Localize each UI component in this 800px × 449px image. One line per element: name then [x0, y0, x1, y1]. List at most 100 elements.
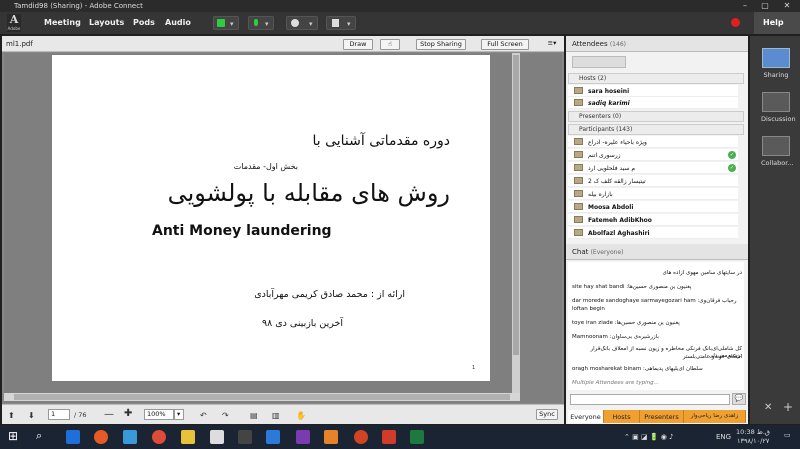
host-icon — [574, 87, 583, 94]
windows-start-icon[interactable]: ⊞ — [8, 429, 22, 443]
chat-log: در سایتهای سامین مهوی ازاده های site hay… — [568, 262, 744, 390]
pointer-tool-button[interactable]: ☝ — [380, 39, 400, 50]
camera-button[interactable]: ▾ — [286, 16, 318, 30]
attendee-row[interactable]: Abolfazl Aghashiri — [568, 227, 738, 239]
svg-text:▾: ▾ — [230, 20, 234, 28]
attendee-row[interactable]: Moosa Abdoli — [568, 201, 738, 213]
stop-sharing-button[interactable]: Stop Sharing — [416, 39, 466, 50]
chrome-icon[interactable] — [152, 430, 166, 444]
vscode-icon[interactable] — [266, 430, 280, 444]
clock-time[interactable]: 10:38 ق.ظ — [736, 428, 770, 436]
edge-icon[interactable] — [66, 430, 80, 444]
zoom-dropdown-icon[interactable]: ▾ — [174, 409, 184, 420]
chat-message: اشکای خونه‌و عامتی‌بلستر — [682, 354, 742, 360]
recording-indicator-icon — [731, 18, 740, 27]
chat-scope: (Everyone) — [590, 249, 624, 256]
svg-text:▾: ▾ — [347, 20, 351, 28]
chat-tab-everyone[interactable]: Everyone — [568, 410, 604, 423]
excel-icon[interactable] — [410, 430, 424, 444]
participant-icon — [574, 190, 583, 197]
draw-button[interactable]: Draw — [343, 39, 373, 50]
hosts-section[interactable]: Hosts (2) — [568, 73, 744, 84]
page-number-input[interactable]: 1 — [48, 409, 70, 420]
typing-indicator: Multiple Attendees are typing... — [572, 380, 659, 386]
close-icon[interactable]: ✕ — [782, 1, 792, 10]
document-toolbar: ⬆ ⬇ 1 / 76 — ✚ 100% ▾ ↶ ↷ ▤ ▥ ✋ Sync — [2, 404, 564, 424]
acrobat-icon[interactable] — [382, 430, 396, 444]
powerpoint-icon[interactable] — [354, 430, 368, 444]
attendee-row[interactable]: sadiq karimi — [568, 97, 738, 109]
microphone-button[interactable]: ▾ — [248, 16, 274, 30]
vertical-scrollbar[interactable] — [512, 53, 520, 393]
chat-message: در سایتهای سامین مهوی ازاده های — [662, 270, 742, 276]
page-up-icon[interactable]: ⬆ — [8, 411, 15, 420]
rotate-left-icon[interactable]: ↶ — [200, 411, 207, 420]
agree-status-icon: ✓ — [728, 151, 736, 159]
pod-options-icon[interactable]: ≡▾ — [545, 39, 559, 50]
help-menu[interactable]: Help — [754, 12, 800, 34]
layout-sharing[interactable]: Sharing — [761, 48, 791, 79]
sync-button[interactable]: Sync — [536, 409, 558, 420]
minimize-icon[interactable]: – — [740, 1, 750, 10]
clock-date[interactable]: ۱۳۹۸/۱۰/۲۷ — [737, 437, 769, 445]
hand-tool-icon[interactable]: ✋ — [296, 411, 306, 420]
add-layout-icon[interactable]: + — [783, 400, 793, 414]
pdf-page: دوره مقدماتی آشنایی با بخش اول- مقدمات ر… — [52, 55, 490, 381]
right-column: Attendees (146) Hosts (2) sara hoseini s… — [566, 36, 748, 424]
rotate-right-icon[interactable]: ↷ — [222, 411, 229, 420]
participants-section[interactable]: Participants (143) — [568, 124, 744, 135]
close-layout-icon[interactable]: ✕ — [764, 402, 772, 413]
zoom-out-icon[interactable]: — — [104, 409, 114, 420]
chat-tab-hosts[interactable]: Hosts — [604, 410, 640, 423]
raise-hand-button[interactable]: ▾ — [326, 16, 356, 30]
mail-icon[interactable] — [210, 430, 224, 444]
menu-pods[interactable]: Pods — [133, 18, 155, 27]
explorer-icon[interactable] — [181, 430, 195, 444]
chat-input[interactable] — [570, 394, 730, 405]
menu-audio[interactable]: Audio — [165, 18, 191, 27]
maximize-icon[interactable]: ▢ — [760, 1, 770, 10]
attendee-row[interactable]: زرسوری اتنم ✓ — [568, 149, 738, 161]
firefox-icon[interactable] — [94, 430, 108, 444]
single-page-icon[interactable]: ▤ — [250, 411, 258, 420]
page-down-icon[interactable]: ⬇ — [28, 411, 35, 420]
fit-page-icon[interactable]: ▥ — [272, 411, 280, 420]
chat-message: toye iran ziade :پغنیون ین منصوری حسین‌ه… — [572, 320, 680, 326]
attendee-row[interactable]: sara hoseini — [568, 85, 738, 97]
search-icon[interactable]: ⌕ — [36, 429, 50, 443]
chat-tab-private[interactable]: زاهدی رضا ریاحی‌وار — [684, 410, 746, 423]
input-language[interactable]: ENG — [716, 433, 731, 441]
webcam-icon: ▾ — [291, 19, 313, 28]
menu-meeting[interactable]: Meeting — [44, 18, 81, 27]
attendee-row[interactable]: ویژه باحیاء علیره- ادراع — [568, 136, 738, 148]
fullscreen-button[interactable]: Full Screen — [481, 39, 529, 50]
speaker-button[interactable]: ▾ — [213, 16, 239, 30]
zoom-select[interactable]: 100% — [144, 409, 174, 420]
slide-page-number: 1 — [472, 365, 476, 371]
share-pod-header: ml1.pdf Draw ☝ Stop Sharing Full Screen … — [2, 36, 564, 52]
attendee-row[interactable]: م سید فلحلویی ارد ✓ — [568, 162, 738, 174]
attendee-row[interactable]: بازاره بیله — [568, 188, 738, 200]
attendees-count: (146) — [609, 41, 626, 48]
participant-icon — [574, 164, 583, 171]
chat-send-icon[interactable]: 💬 — [732, 393, 746, 405]
calculator-icon[interactable] — [238, 430, 252, 444]
attendee-row[interactable]: 2 تیتیسار زالقه کلف ک — [568, 175, 738, 187]
horizontal-scrollbar[interactable] — [4, 393, 520, 401]
presenters-section[interactable]: Presenters (0) — [568, 111, 744, 122]
layout-discussion[interactable]: Discussion — [761, 92, 796, 123]
attendee-view-toggles[interactable] — [572, 56, 626, 68]
zoom-in-icon[interactable]: ✚ — [124, 408, 132, 419]
svg-text:▾: ▾ — [265, 20, 269, 28]
layout-collaboration[interactable]: Collabor... — [761, 136, 794, 167]
participant-icon — [574, 177, 583, 184]
notifications-icon[interactable]: ▭ — [784, 431, 791, 439]
chat-tab-presenters[interactable]: Presenters — [640, 410, 684, 423]
slide-revision: آخرین بازبینی دی ۹۸ — [262, 318, 343, 329]
ie-icon[interactable] — [123, 430, 137, 444]
adobe-connect-icon[interactable] — [324, 430, 338, 444]
menu-layouts[interactable]: Layouts — [89, 18, 124, 27]
onenote-icon[interactable] — [296, 430, 310, 444]
attendee-row[interactable]: Fatemeh AdibKhoo — [568, 214, 738, 226]
tray-icons[interactable]: ⌃ ▣ ◪ 🔋 ◉ ♪ — [624, 433, 674, 441]
